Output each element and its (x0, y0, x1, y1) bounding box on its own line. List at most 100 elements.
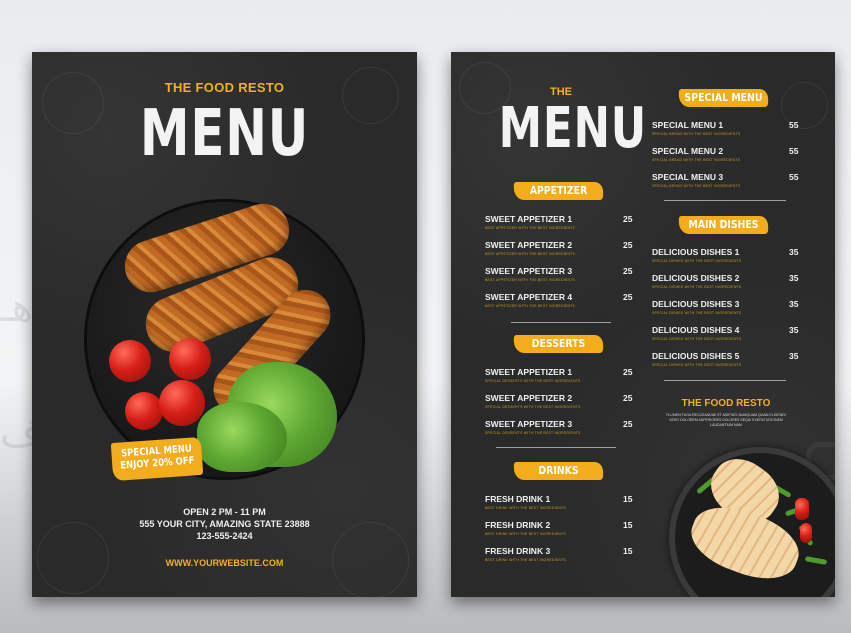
item-price: 35 (789, 247, 799, 257)
item-description: SPECIAL DISHES WITH THE BEST INGREDIENTS (652, 259, 742, 263)
item-name: FRESH DRINK 1 (485, 494, 551, 504)
brand-name: THE FOOD RESTO (164, 80, 285, 95)
item-name: SPECIAL MENU 1 (652, 120, 724, 130)
section-heading-main-dishes: MAIN DISHES (678, 216, 769, 234)
item-description: SPECIAL DISHES WITH THE BEST INGREDIENTS (652, 337, 742, 341)
drinks-item: FRESH DRINK 3 BEST DRINK WITH THE BEST IN… (485, 546, 566, 562)
item-name: SWEET APPETIZER 1 (485, 214, 573, 224)
main-item: DELICIOUS DISHES 5 SPECIAL DISHES WITH TH… (652, 351, 741, 367)
section-heading-drinks: DRINKS (513, 462, 604, 480)
item-description: BEST DRINK WITH THE BEST INGREDIENTS (485, 506, 566, 510)
website-link[interactable]: WWW.YOURWEBSITE.COM (32, 558, 417, 568)
item-price: 55 (789, 146, 799, 156)
promo-badge: SPECIAL MENU ENJOY 20% OFF (110, 436, 204, 482)
item-description: BEST APPETIZER WITH THE BEST INGREDIENTS (485, 252, 576, 256)
green-bean (804, 556, 828, 565)
section-divider (511, 322, 611, 323)
item-price: 25 (623, 214, 633, 224)
page-title: MENU (139, 97, 310, 171)
cherry-tomato (159, 380, 205, 426)
appetizer-item: SWEET APPETIZER 2 BEST APPETIZER WITH THE… (485, 240, 575, 256)
item-price: 55 (789, 120, 799, 130)
item-description: SPECIAL DISHES WITH THE BEST INGREDIENTS (652, 285, 742, 289)
item-name: FRESH DRINK 2 (485, 520, 551, 530)
item-name: SPECIAL MENU 2 (652, 146, 724, 156)
item-name: SWEET APPETIZER 2 (485, 240, 573, 250)
address: 555 YOUR CITY, AMAZING STATE 23888 (139, 519, 310, 529)
main-item: DELICIOUS DISHES 3 SPECIAL DISHES WITH TH… (652, 299, 741, 315)
red-pepper (800, 523, 812, 543)
main-item: DELICIOUS DISHES 1 SPECIAL DISHES WITH TH… (652, 247, 741, 263)
main-item: DELICIOUS DISHES 4 SPECIAL DISHES WITH TH… (652, 325, 741, 341)
item-name: DELICIOUS DISHES 5 (652, 351, 740, 361)
cherry-tomato (169, 338, 211, 380)
item-description: BEST APPETIZER WITH THE BEST INGREDIENTS (485, 304, 576, 308)
section-divider (496, 447, 616, 448)
item-description: SPECIAL DISHES WITH THE BEST INGREDIENTS (652, 311, 742, 315)
item-price: 35 (789, 325, 799, 335)
section-heading-appetizer: APPETIZER (513, 182, 604, 200)
item-name: DELICIOUS DISHES 4 (652, 325, 740, 335)
item-name: SWEET APPETIZER 3 (485, 419, 573, 429)
item-price: 55 (789, 172, 799, 182)
item-price: 25 (623, 393, 633, 403)
footer-brand: THE FOOD RESTO (681, 398, 771, 409)
desserts-item: SWEET APPETIZER 1 SPECIAL DESSERTS WITH T… (485, 367, 581, 383)
section-divider (664, 380, 786, 381)
item-price: 25 (623, 292, 633, 302)
item-price: 35 (789, 299, 799, 309)
item-name: FRESH DRINK 3 (485, 546, 551, 556)
appetizer-item: SWEET APPETIZER 4 BEST APPETIZER WITH THE… (485, 292, 575, 308)
section-heading-desserts: DESSERTS (513, 335, 604, 353)
special-item: SPECIAL MENU 3 SPECIAL BREAD WITH THE BES… (652, 172, 740, 188)
item-description: BEST APPETIZER WITH THE BEST INGREDIENTS (485, 226, 576, 230)
item-name: SPECIAL MENU 3 (652, 172, 724, 182)
item-price: 25 (623, 419, 633, 429)
special-item: SPECIAL MENU 2 SPECIAL BREAD WITH THE BES… (652, 146, 740, 162)
watermark-glyph: هـ (0, 285, 33, 331)
page-title: MENU (498, 96, 648, 161)
drinks-item: FRESH DRINK 2 BEST DRINK WITH THE BEST IN… (485, 520, 566, 536)
chicken-pan-image (669, 447, 835, 597)
item-name: SWEET APPETIZER 3 (485, 266, 573, 276)
food-plate-image (87, 197, 362, 477)
opening-hours: OPEN 2 PM - 11 PM (183, 507, 266, 517)
red-pepper (795, 498, 809, 520)
item-description: SPECIAL DISHES WITH THE BEST INGREDIENTS (652, 363, 742, 367)
item-price: 15 (623, 546, 633, 556)
item-price: 25 (623, 367, 633, 377)
item-description: SPECIAL BREAD WITH THE BEST INGREDIENTS (652, 158, 741, 162)
item-description: SPECIAL DESSERTS WITH THE BEST INGREDIEN… (485, 405, 581, 409)
item-price: 35 (789, 273, 799, 283)
cherry-tomato (125, 392, 163, 430)
lettuce-garnish (197, 402, 287, 472)
item-description: BEST APPETIZER WITH THE BEST INGREDIENTS (485, 278, 576, 282)
appetizer-item: SWEET APPETIZER 1 BEST APPETIZER WITH THE… (485, 214, 575, 230)
item-description: SPECIAL DESSERTS WITH THE BEST INGREDIEN… (485, 379, 581, 383)
desserts-item: SWEET APPETIZER 3 SPECIAL DESSERTS WITH T… (485, 419, 581, 435)
item-name: DELICIOUS DISHES 2 (652, 273, 740, 283)
item-price: 35 (789, 351, 799, 361)
item-name: SWEET APPETIZER 2 (485, 393, 573, 403)
desserts-item: SWEET APPETIZER 2 SPECIAL DESSERTS WITH T… (485, 393, 581, 409)
section-heading-special-menu: SPECIAL MENU (678, 89, 769, 107)
footer-blurb: FLUMEN FUGA RECUSANDAE ET ADIPISCI NUMQU… (666, 413, 786, 427)
main-item: DELICIOUS DISHES 2 SPECIAL DISHES WITH TH… (652, 273, 741, 289)
cherry-tomato (109, 340, 151, 382)
appetizer-item: SWEET APPETIZER 3 BEST APPETIZER WITH THE… (485, 266, 575, 282)
special-item: SPECIAL MENU 1 SPECIAL BREAD WITH THE BES… (652, 120, 740, 136)
item-price: 25 (623, 240, 633, 250)
item-description: BEST DRINK WITH THE BEST INGREDIENTS (485, 558, 566, 562)
item-description: BEST DRINK WITH THE BEST INGREDIENTS (485, 532, 566, 536)
item-price: 15 (623, 520, 633, 530)
item-name: SWEET APPETIZER 4 (485, 292, 573, 302)
item-description: SPECIAL BREAD WITH THE BEST INGREDIENTS (652, 184, 741, 188)
item-description: SPECIAL BREAD WITH THE BEST INGREDIENTS (652, 132, 741, 136)
item-name: DELICIOUS DISHES 1 (652, 247, 740, 257)
menu-cover-page: THE FOOD RESTO MENU SPECIAL MENU ENJOY 2… (32, 52, 417, 597)
drinks-item: FRESH DRINK 1 BEST DRINK WITH THE BEST IN… (485, 494, 566, 510)
phone-number: 123-555-2424 (196, 531, 253, 541)
section-divider (664, 200, 786, 201)
item-price: 25 (623, 266, 633, 276)
item-name: DELICIOUS DISHES 3 (652, 299, 740, 309)
